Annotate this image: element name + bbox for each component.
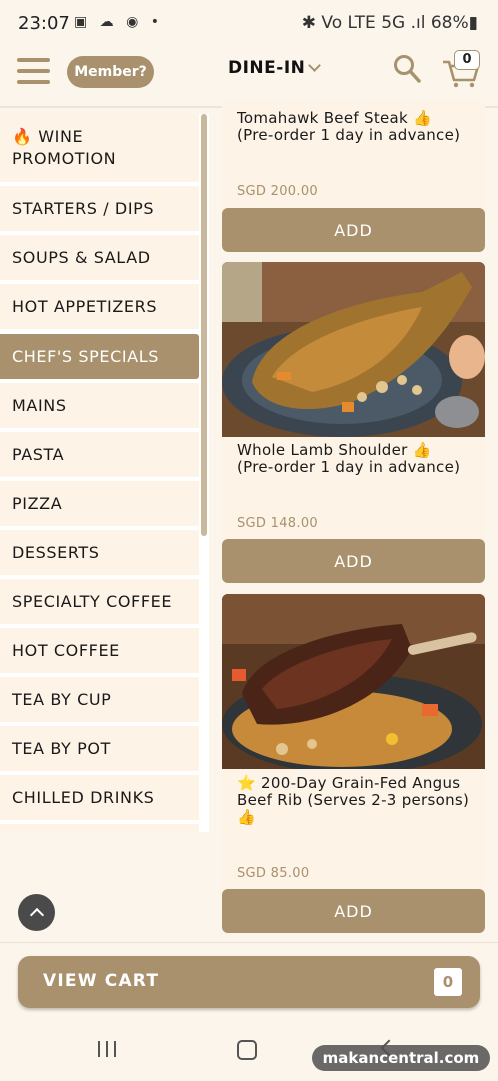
product-title-line: Beef Rib (Serves 2-3 persons): [237, 791, 470, 809]
lamb-shoulder-photo: [222, 262, 485, 437]
product-title-line: ⭐ 200-Day Grain-Fed Angus: [237, 774, 461, 792]
category-label: TEA BY CUP: [12, 689, 112, 709]
view-cart-label: VIEW CART: [43, 971, 160, 991]
dine-in-label: DINE-IN: [228, 58, 306, 78]
product-card[interactable]: Tomahawk Beef Steak 👍 (Pre-order 1 day i…: [222, 100, 485, 252]
category-chilled-drinks[interactable]: CHILLED DRINKS: [0, 775, 199, 820]
category-label: DESSERTS: [12, 542, 100, 562]
category-label: MAINS: [12, 395, 67, 415]
category-pizza[interactable]: PIZZA: [0, 481, 199, 526]
category-label: SPECIALTY COFFEE: [12, 591, 173, 611]
member-button[interactable]: Member?: [67, 56, 154, 88]
category-label: 🔥 WINE PROMOTION: [12, 127, 117, 168]
watermark: makancentral.com: [312, 1045, 490, 1071]
category-pasta[interactable]: PASTA: [0, 432, 199, 477]
add-button[interactable]: ADD: [222, 539, 485, 583]
category-more[interactable]: [0, 824, 199, 832]
status-time: 23:07: [18, 13, 70, 34]
category-label: SOUPS & SALAD: [12, 247, 151, 267]
product-title: Whole Lamb Shoulder 👍 (Pre-order 1 day i…: [237, 442, 460, 476]
view-cart-button[interactable]: VIEW CART 0: [18, 956, 480, 1008]
category-sidebar: 🔥 WINE PROMOTION STARTERS / DIPS SOUPS &…: [0, 114, 209, 832]
product-card[interactable]: Whole Lamb Shoulder 👍 (Pre-order 1 day i…: [222, 262, 485, 584]
chevron-down-icon: [308, 59, 322, 72]
category-label: TEA BY POT: [12, 738, 111, 758]
category-label: PIZZA: [12, 493, 63, 513]
product-price: SGD 148.00: [237, 516, 318, 531]
notification-icons: ▣ ☁ ◉ •: [74, 14, 164, 30]
category-label: CHILLED DRINKS: [12, 787, 155, 807]
chevron-up-icon: [29, 907, 44, 922]
view-cart-count: 0: [434, 968, 462, 996]
category-specialty-coffee[interactable]: SPECIALTY COFFEE: [0, 579, 199, 624]
category-label: CHEF'S SPECIALS: [12, 346, 159, 366]
category-starters-dips[interactable]: STARTERS / DIPS: [0, 186, 199, 231]
product-title-line: Whole Lamb Shoulder 👍: [237, 441, 432, 459]
product-card[interactable]: ⭐ 200-Day Grain-Fed Angus Beef Rib (Serv…: [222, 594, 485, 934]
category-label: PASTA: [12, 444, 65, 464]
category-wine-promotion[interactable]: 🔥 WINE PROMOTION: [0, 114, 199, 182]
top-bar: Member? DINE-IN 0: [0, 46, 498, 106]
product-title-line: Tomahawk Beef Steak 👍: [237, 109, 433, 127]
category-desserts[interactable]: DESSERTS: [0, 530, 199, 575]
search-icon[interactable]: [393, 54, 421, 84]
home-icon[interactable]: [237, 1040, 257, 1060]
category-label: HOT COFFEE: [12, 640, 120, 660]
dine-in-selector[interactable]: DINE-IN: [228, 58, 322, 78]
category-hot-coffee[interactable]: HOT COFFEE: [0, 628, 199, 673]
cart-count-badge: 0: [454, 50, 480, 70]
sidebar-scrollbar[interactable]: [201, 114, 207, 536]
product-title: ⭐ 200-Day Grain-Fed Angus Beef Rib (Serv…: [237, 775, 469, 826]
category-soups-salad[interactable]: SOUPS & SALAD: [0, 235, 199, 280]
category-label: HOT APPETIZERS: [12, 296, 158, 316]
category-tea-by-cup[interactable]: TEA BY CUP: [0, 677, 199, 722]
product-title: Tomahawk Beef Steak 👍 (Pre-order 1 day i…: [237, 110, 460, 144]
product-price: SGD 85.00: [237, 866, 310, 881]
category-chefs-specials[interactable]: CHEF'S SPECIALS: [0, 334, 199, 379]
category-mains[interactable]: MAINS: [0, 383, 199, 428]
menu-icon[interactable]: [17, 58, 50, 84]
beef-rib-photo: [222, 594, 485, 769]
category-tea-by-pot[interactable]: TEA BY POT: [0, 726, 199, 771]
product-title-line: (Pre-order 1 day in advance): [237, 126, 461, 144]
add-button[interactable]: ADD: [222, 208, 485, 252]
add-button[interactable]: ADD: [222, 889, 485, 933]
system-icons: ✱ Vo LTE 5G .ıl 68%▮: [301, 13, 478, 33]
category-label: STARTERS / DIPS: [12, 198, 155, 218]
product-title-line: (Pre-order 1 day in advance): [237, 458, 461, 476]
product-price: SGD 200.00: [237, 184, 318, 199]
recent-apps-icon[interactable]: [98, 1041, 116, 1057]
product-title-line: 👍: [237, 808, 256, 826]
status-bar: 23:07 ▣ ☁ ◉ • ✱ Vo LTE 5G .ıl 68%▮: [0, 0, 498, 46]
scroll-to-top-button[interactable]: [18, 894, 55, 931]
category-hot-appetizers[interactable]: HOT APPETIZERS: [0, 284, 199, 329]
